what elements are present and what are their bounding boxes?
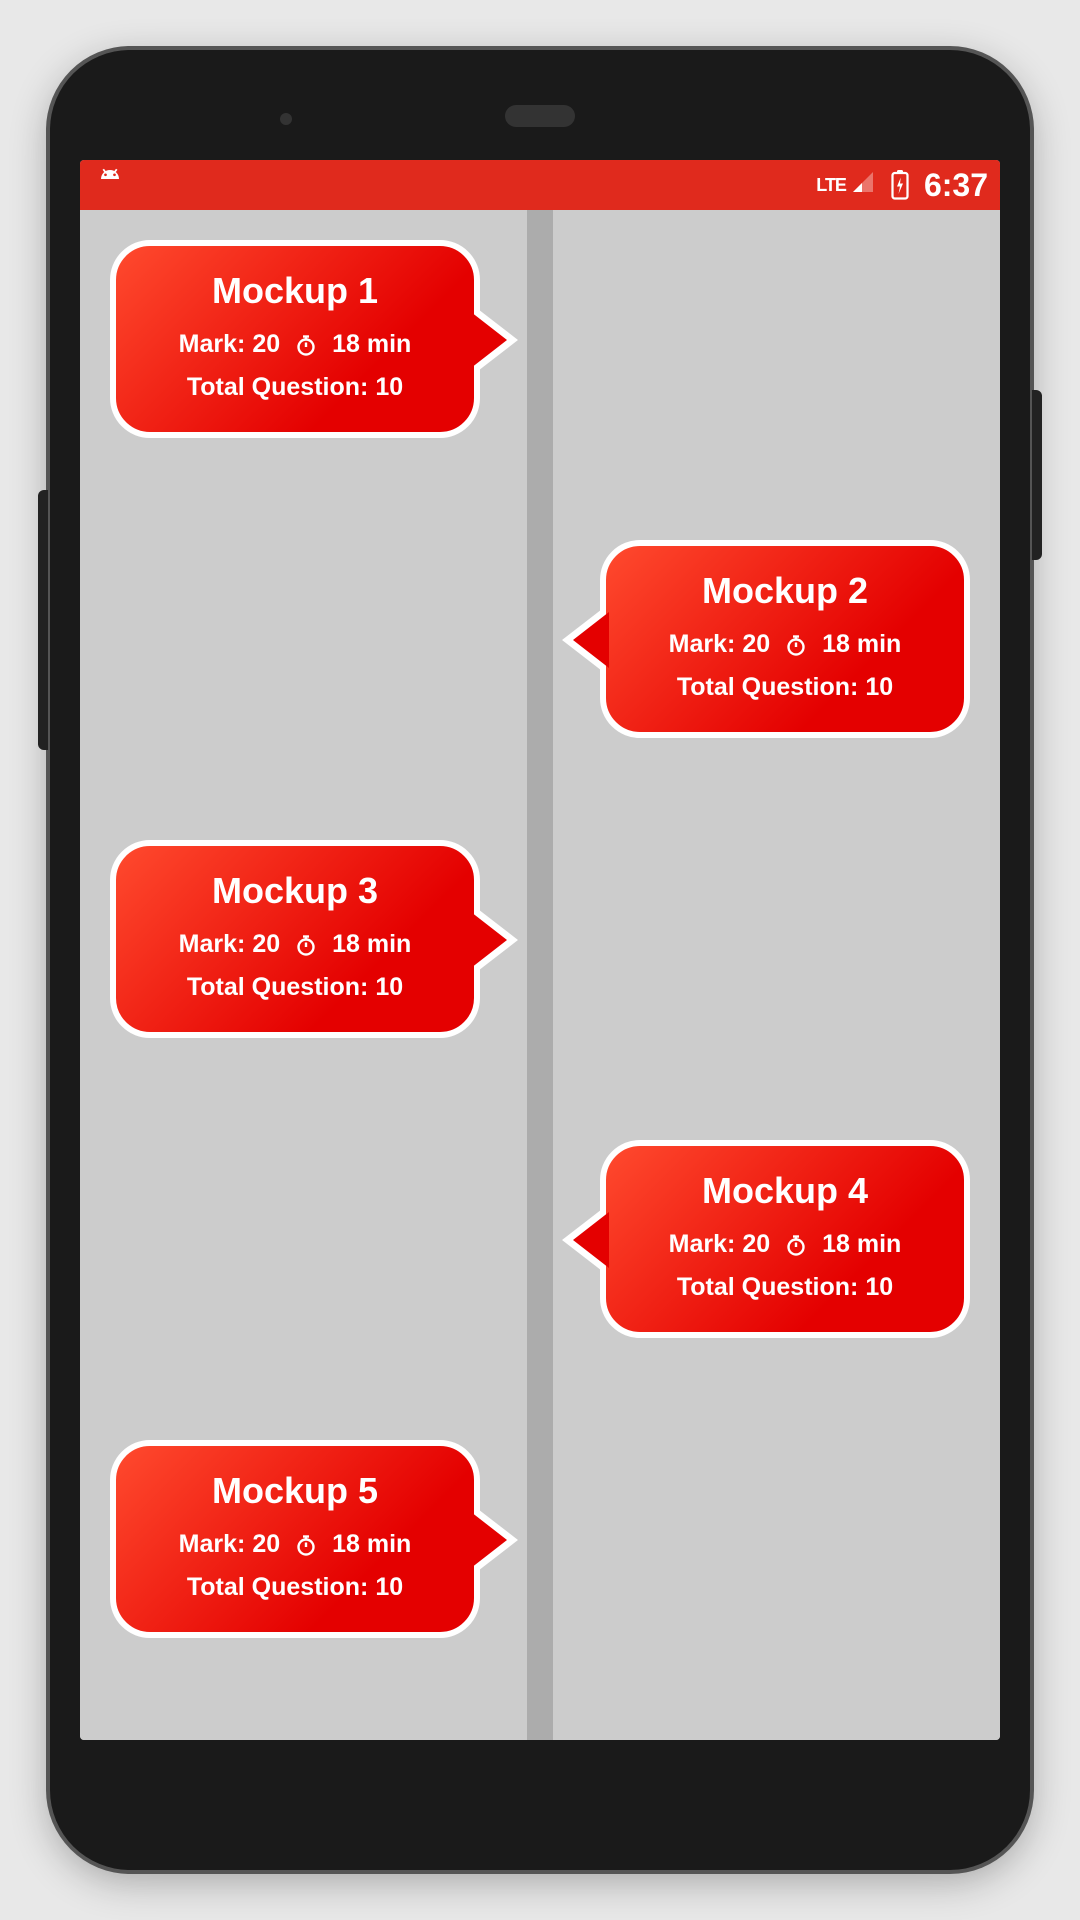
mockup-total-line: Total Question: 10: [144, 373, 446, 402]
total-value: 10: [375, 373, 403, 401]
mockup-mark-line: Mark: 20 18 min: [634, 630, 936, 659]
network-indicator: LTE: [816, 169, 876, 201]
stopwatch-icon: [784, 1233, 808, 1257]
timeline-row: Mockup 6 Mark: 20 18 min: [80, 1730, 1000, 1740]
battery-charging-icon: [890, 170, 910, 200]
mark-value: 20: [742, 630, 770, 658]
total-label: Total Question:: [677, 673, 858, 701]
phone-frame: LTE 6:37 Mockup 1: [50, 50, 1030, 1870]
duration: 18 min: [332, 330, 411, 359]
android-debug-icon: [92, 167, 128, 203]
mark-label: Mark:: [179, 1530, 246, 1558]
mockup-card[interactable]: Mockup 3 Mark: 20 18 min: [110, 840, 480, 1038]
duration: 18 min: [332, 930, 411, 959]
mockup-mark-line: Mark: 20 18 min: [144, 1530, 446, 1559]
mockup-total-line: Total Question: 10: [634, 673, 936, 702]
stopwatch-icon: [294, 1533, 318, 1557]
total-label: Total Question:: [677, 1273, 858, 1301]
duration: 18 min: [332, 1530, 411, 1559]
total-value: 10: [375, 1573, 403, 1601]
screen: LTE 6:37 Mockup 1: [80, 160, 1000, 1740]
content-area[interactable]: Mockup 1 Mark: 20 18 min: [80, 210, 1000, 1740]
mockup-card[interactable]: Mockup 1 Mark: 20 18 min: [110, 240, 480, 438]
power-button: [1032, 390, 1042, 560]
stopwatch-icon: [784, 633, 808, 657]
total-label: Total Question:: [187, 973, 368, 1001]
mockup-mark-line: Mark: 20 18 min: [634, 1230, 936, 1259]
timeline-row: Mockup 5 Mark: 20 18 min: [80, 1430, 1000, 1730]
mark-label: Mark:: [179, 330, 246, 358]
mockup-title: Mockup 4: [634, 1170, 936, 1212]
mockup-mark-line: Mark: 20 18 min: [144, 930, 446, 959]
mockup-title: Mockup 2: [634, 570, 936, 612]
duration: 18 min: [822, 1230, 901, 1259]
timeline-row: Mockup 1 Mark: 20 18 min: [80, 230, 1000, 530]
total-label: Total Question:: [187, 1573, 368, 1601]
stopwatch-icon: [294, 933, 318, 957]
mockup-total-line: Total Question: 10: [144, 1573, 446, 1602]
mockup-total-line: Total Question: 10: [144, 973, 446, 1002]
mark-value: 20: [252, 1530, 280, 1558]
mark-value: 20: [252, 930, 280, 958]
mark-label: Mark:: [669, 1230, 736, 1258]
mockup-card[interactable]: Mockup 4 Mark: 20 18 min: [600, 1140, 970, 1338]
volume-button: [38, 490, 48, 750]
duration: 18 min: [822, 630, 901, 659]
network-label: LTE: [816, 175, 846, 196]
mark-label: Mark:: [179, 930, 246, 958]
total-value: 10: [375, 973, 403, 1001]
timeline-row: Mockup 4 Mark: 20 18 min: [80, 1130, 1000, 1430]
total-value: 10: [865, 1273, 893, 1301]
mockup-title: Mockup 5: [144, 1470, 446, 1512]
mockup-card[interactable]: Mockup 5 Mark: 20 18 min: [110, 1440, 480, 1638]
mockup-title: Mockup 3: [144, 870, 446, 912]
signal-icon: [850, 169, 876, 201]
timeline-row: Mockup 3 Mark: 20 18 min: [80, 830, 1000, 1130]
mockup-title: Mockup 1: [144, 270, 446, 312]
total-label: Total Question:: [187, 373, 368, 401]
mockup-total-line: Total Question: 10: [634, 1273, 936, 1302]
timeline-row: Mockup 2 Mark: 20 18 min: [80, 530, 1000, 830]
mark-label: Mark:: [669, 630, 736, 658]
stopwatch-icon: [294, 333, 318, 357]
total-value: 10: [865, 673, 893, 701]
mockup-mark-line: Mark: 20 18 min: [144, 330, 446, 359]
timeline-list: Mockup 1 Mark: 20 18 min: [80, 210, 1000, 1740]
mark-value: 20: [742, 1230, 770, 1258]
clock: 6:37: [924, 167, 988, 204]
mockup-card[interactable]: Mockup 2 Mark: 20 18 min: [600, 540, 970, 738]
status-bar: LTE 6:37: [80, 160, 1000, 210]
mark-value: 20: [252, 330, 280, 358]
